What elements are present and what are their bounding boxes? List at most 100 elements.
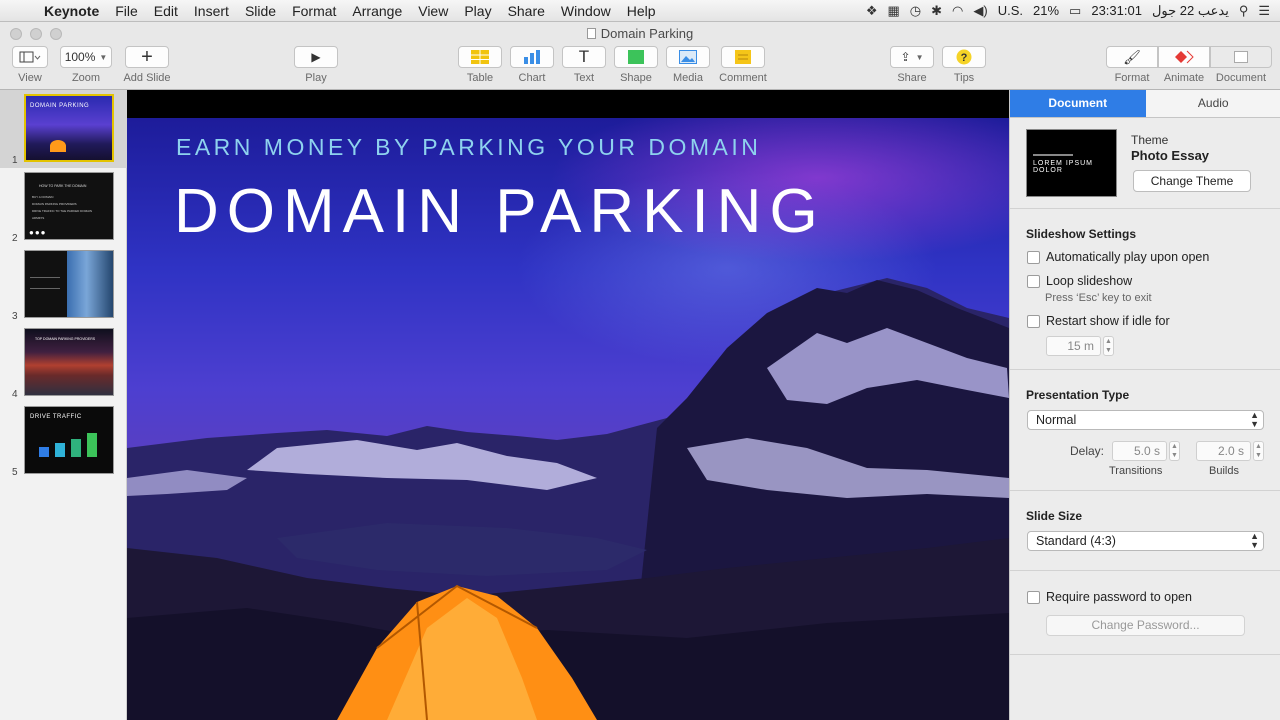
spotlight-search-icon[interactable]: ⚲ xyxy=(1239,3,1249,19)
require-password-checkbox[interactable] xyxy=(1027,590,1040,604)
clock[interactable]: 23:31:01 xyxy=(1091,3,1142,18)
wifi-icon[interactable]: ◠ xyxy=(952,3,963,19)
require-password-option[interactable]: Require password to open xyxy=(1027,590,1192,604)
tips-control[interactable]: ? Tips xyxy=(942,46,986,84)
loop-label: Loop slideshow xyxy=(1046,274,1133,288)
share-control[interactable]: ⇪ ▼ Share xyxy=(890,46,934,84)
document-label: Document xyxy=(1215,72,1267,84)
comment-control[interactable]: Comment xyxy=(716,46,770,84)
table-button[interactable] xyxy=(458,46,502,68)
slide-title[interactable]: DOMAIN PARKING xyxy=(174,176,826,247)
media-control[interactable]: Media xyxy=(666,46,710,84)
view-button[interactable] xyxy=(12,46,48,68)
tab-audio[interactable]: Audio xyxy=(1145,90,1280,117)
menu-window[interactable]: Window xyxy=(553,0,619,22)
add-slide-control[interactable]: + Add Slide xyxy=(120,46,174,85)
menu-app[interactable]: Keynote xyxy=(40,0,107,22)
slide-thumbnail-4[interactable]: TOP DOMAIN PARKING PROVIDERS 4 xyxy=(0,324,127,402)
theme-thumbnail[interactable]: LOREM IPSUM DOLOR xyxy=(1026,129,1117,197)
share-button[interactable]: ⇪ ▼ xyxy=(890,46,934,68)
add-slide-button[interactable]: + xyxy=(125,46,169,68)
format-control[interactable]: 🖌 Format xyxy=(1106,46,1158,84)
slide-thumbnail-1[interactable]: DOMAIN PARKING 1 xyxy=(0,90,127,168)
menu-slide[interactable]: Slide xyxy=(237,0,284,22)
volume-icon[interactable]: ◀) xyxy=(973,3,987,19)
battery-percent[interactable]: 21% xyxy=(1033,3,1059,18)
time-machine-icon[interactable]: ◷ xyxy=(910,3,921,19)
chart-button[interactable] xyxy=(510,46,554,68)
divider xyxy=(1010,654,1280,655)
input-source[interactable]: U.S. xyxy=(998,3,1023,18)
tips-button[interactable]: ? xyxy=(942,46,986,68)
slide-canvas[interactable]: EARN MONEY BY PARKING YOUR DOMAIN DOMAIN… xyxy=(127,90,1009,720)
idle-time-stepper[interactable]: ▲ ▼ xyxy=(1103,336,1114,356)
bluetooth-icon[interactable]: ✱ xyxy=(931,3,942,19)
slide-thumbnail-3[interactable]: 3 xyxy=(0,246,127,324)
menu-play[interactable]: Play xyxy=(456,0,499,22)
menu-arrange[interactable]: Arrange xyxy=(344,0,410,22)
loop-checkbox[interactable] xyxy=(1027,274,1040,288)
current-slide[interactable]: EARN MONEY BY PARKING YOUR DOMAIN DOMAIN… xyxy=(127,118,1009,720)
slide-5-preview: DRIVE TRAFFIC xyxy=(24,406,114,474)
media-button[interactable] xyxy=(666,46,710,68)
builds-delay-field[interactable]: 2.0 s xyxy=(1196,441,1251,461)
menu-file[interactable]: File xyxy=(107,0,146,22)
zoom-window-button[interactable] xyxy=(50,28,62,40)
add-slide-label: Add Slide xyxy=(123,72,171,84)
shape-control[interactable]: Shape xyxy=(614,46,658,84)
slide-size-select[interactable]: Standard (4:3) ▲ ▼ xyxy=(1027,531,1264,551)
builds-delay-stepper[interactable]: ▲ ▼ xyxy=(1253,441,1264,461)
slide-5-thumb-title: DRIVE TRAFFIC xyxy=(30,414,82,420)
battery-icon[interactable]: ▭ xyxy=(1069,3,1081,19)
slide-2-thumb-title: HOW TO PARK THE DOMAIN xyxy=(39,184,87,188)
slide-thumbnail-2[interactable]: HOW TO PARK THE DOMAIN BUY A DOMAIN DOMA… xyxy=(0,168,127,246)
transitions-delay-field[interactable]: 5.0 s xyxy=(1112,441,1167,461)
delay-label: Delay: xyxy=(1070,444,1105,458)
play-control[interactable]: ▶ Play xyxy=(294,46,338,84)
tab-document[interactable]: Document xyxy=(1010,90,1146,117)
menu-share[interactable]: Share xyxy=(500,0,553,22)
menu-help[interactable]: Help xyxy=(619,0,664,22)
chart-control[interactable]: Chart xyxy=(510,46,554,84)
menu-edit[interactable]: Edit xyxy=(146,0,186,22)
slide-thumbnail-5[interactable]: DRIVE TRAFFIC 5 xyxy=(0,402,127,480)
text-button[interactable]: T xyxy=(562,46,606,68)
play-button[interactable]: ▶ xyxy=(294,46,338,68)
loop-option[interactable]: Loop slideshow xyxy=(1027,274,1132,288)
restart-idle-option[interactable]: Restart show if idle for xyxy=(1027,314,1170,328)
change-theme-button[interactable]: Change Theme xyxy=(1133,170,1251,192)
zoom-dropdown[interactable]: 100% ▼ xyxy=(60,46,112,68)
divider xyxy=(1010,369,1280,370)
presentation-type-select[interactable]: Normal ▲ ▼ xyxy=(1027,410,1264,430)
shape-icon xyxy=(628,50,644,64)
date[interactable]: يدعب 22 جول xyxy=(1152,3,1229,19)
zoom-control[interactable]: 100% ▼ Zoom xyxy=(60,46,112,84)
shape-button[interactable] xyxy=(614,46,658,68)
document-control[interactable]: Document xyxy=(1210,46,1272,84)
format-button[interactable]: 🖌 xyxy=(1106,46,1158,68)
menu-format[interactable]: Format xyxy=(284,0,344,22)
idle-time-field[interactable]: 15 m xyxy=(1046,336,1101,356)
auto-play-option[interactable]: Automatically play upon open xyxy=(1027,250,1209,264)
view-control[interactable]: View xyxy=(10,46,50,84)
change-password-button[interactable]: Change Password... xyxy=(1046,615,1245,636)
dropbox-icon[interactable]: ❖ xyxy=(866,3,878,19)
comment-button[interactable] xyxy=(721,46,765,68)
minimize-window-button[interactable] xyxy=(30,28,42,40)
slide-subtitle[interactable]: EARN MONEY BY PARKING YOUR DOMAIN xyxy=(176,134,761,161)
menu-view[interactable]: View xyxy=(410,0,456,22)
keyboard-icon[interactable]: ▦ xyxy=(888,3,900,19)
animate-control[interactable]: Animate xyxy=(1158,46,1210,84)
transitions-delay-stepper[interactable]: ▲ ▼ xyxy=(1169,441,1180,461)
menu-insert[interactable]: Insert xyxy=(186,0,237,22)
tips-icon: ? xyxy=(956,49,972,65)
sidebar-view-icon xyxy=(19,51,41,63)
animate-button[interactable] xyxy=(1158,46,1210,68)
auto-play-checkbox[interactable] xyxy=(1027,250,1040,264)
close-window-button[interactable] xyxy=(10,28,22,40)
document-button[interactable] xyxy=(1210,46,1272,68)
table-control[interactable]: Table xyxy=(458,46,502,84)
text-control[interactable]: T Text xyxy=(562,46,606,84)
restart-idle-checkbox[interactable] xyxy=(1027,314,1040,328)
notification-center-icon[interactable]: ☰ xyxy=(1258,3,1270,19)
